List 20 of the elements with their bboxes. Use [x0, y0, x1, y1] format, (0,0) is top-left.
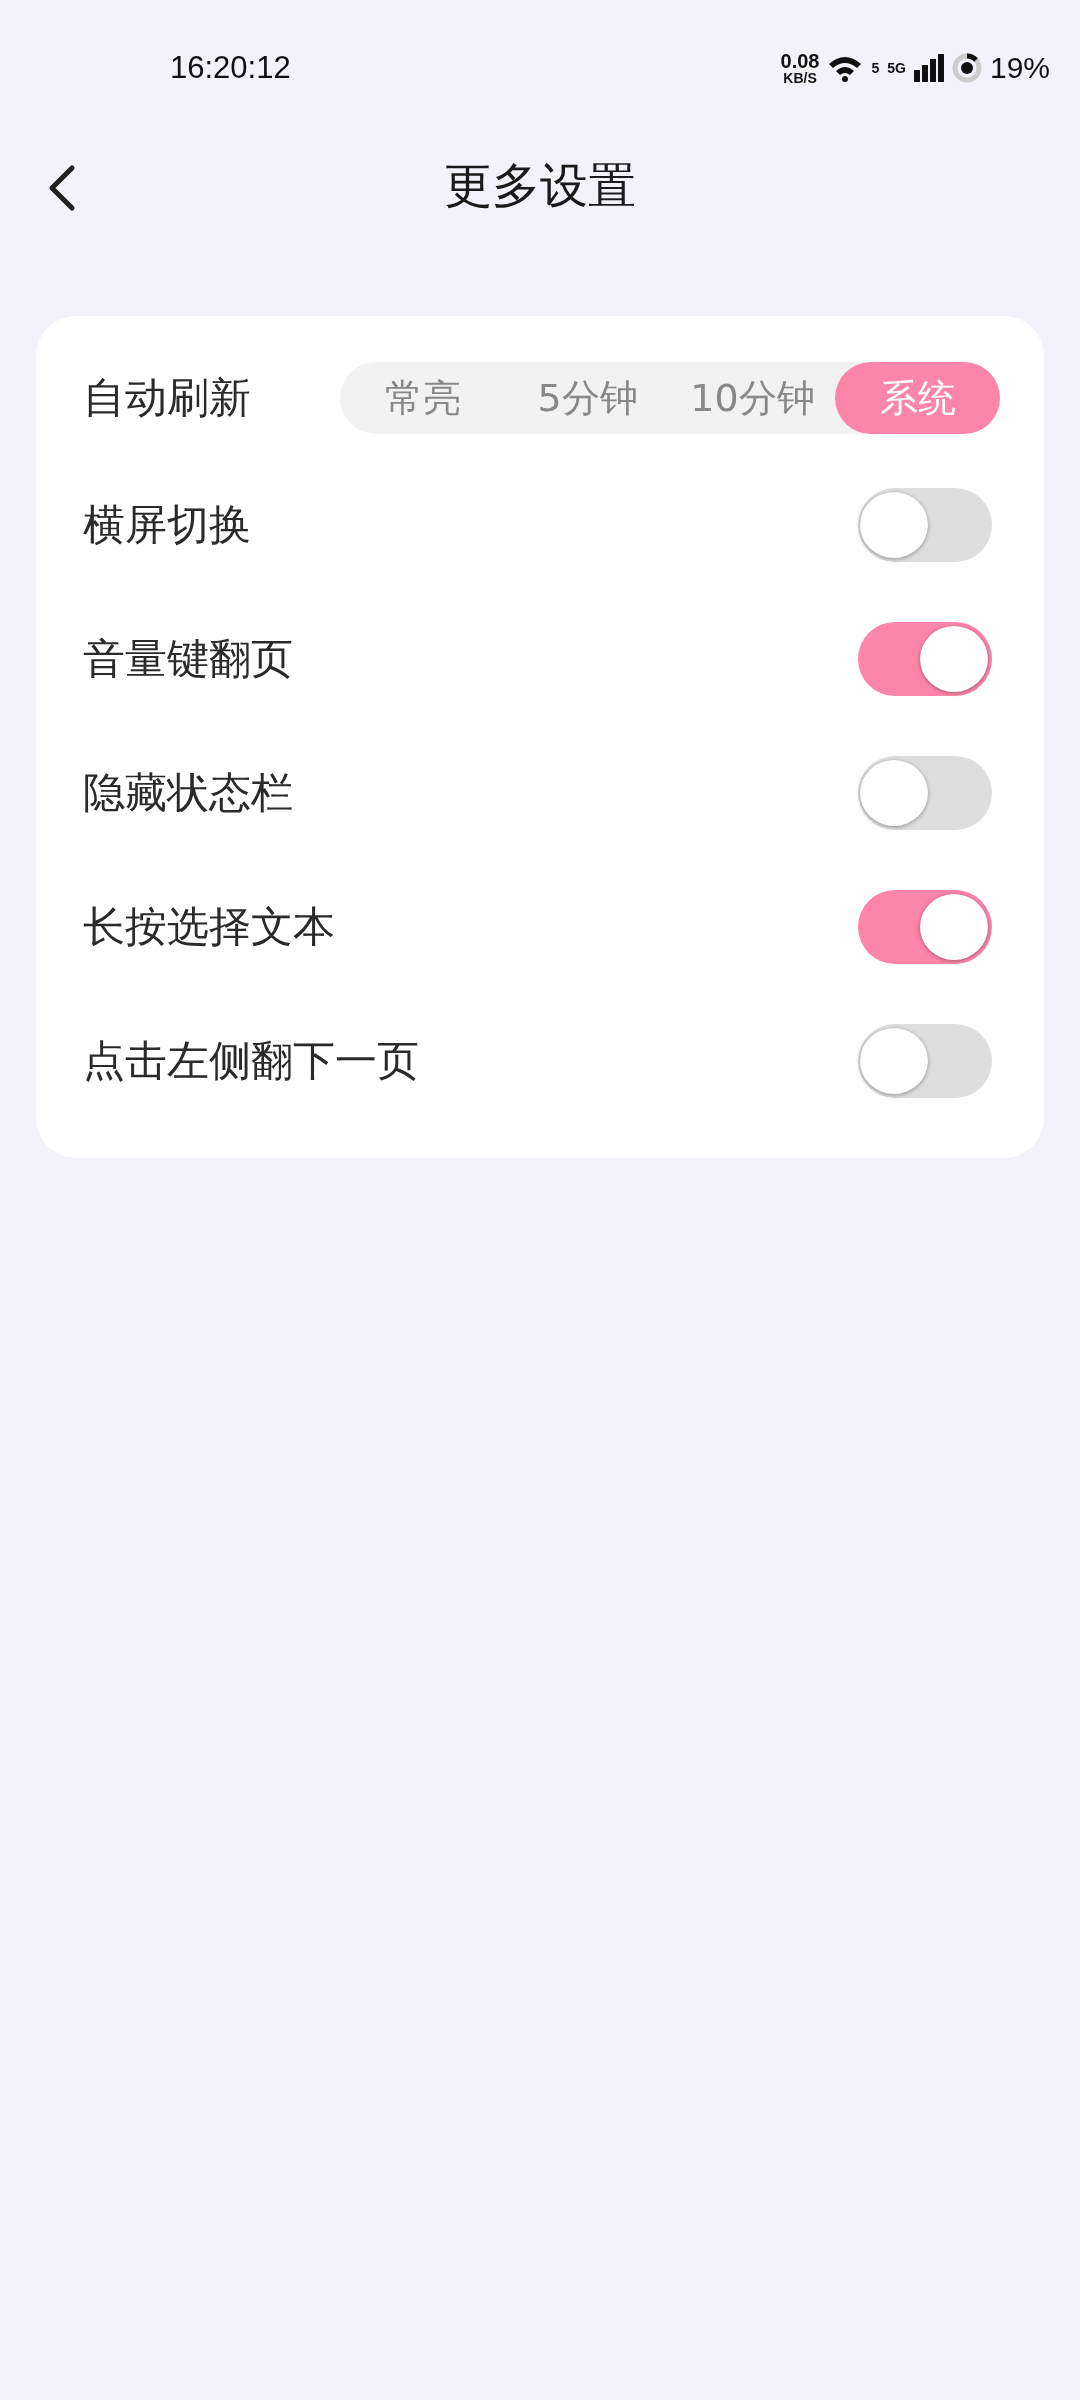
setting-label: 音量键翻页 [83, 633, 293, 685]
battery-level: 19% [989, 51, 1050, 85]
status-time: 16:20:12 [170, 50, 291, 86]
setting-label: 横屏切换 [83, 499, 251, 551]
setting-label: 隐藏状态栏 [83, 767, 293, 819]
wifi-band-label: 5 [871, 60, 880, 76]
refresh-option[interactable]: 系统 [835, 362, 1000, 434]
refresh-option[interactable]: 10分钟 [670, 362, 835, 434]
refresh-option[interactable]: 常亮 [340, 362, 505, 434]
page-title: 更多设置 [444, 156, 636, 215]
setting-label: 自动刷新 [83, 372, 251, 424]
wifi-icon [827, 54, 864, 82]
network-type: 5G [887, 60, 906, 76]
setting-label: 长按选择文本 [83, 901, 335, 953]
speed-unit: KB/S [783, 71, 817, 85]
signal-icon [913, 54, 944, 82]
setting-label: 点击左侧翻下一页 [83, 1035, 419, 1087]
battery-icon [951, 53, 982, 83]
refresh-option[interactable]: 5分钟 [505, 362, 670, 434]
network-speed: 0.08 [780, 51, 820, 71]
